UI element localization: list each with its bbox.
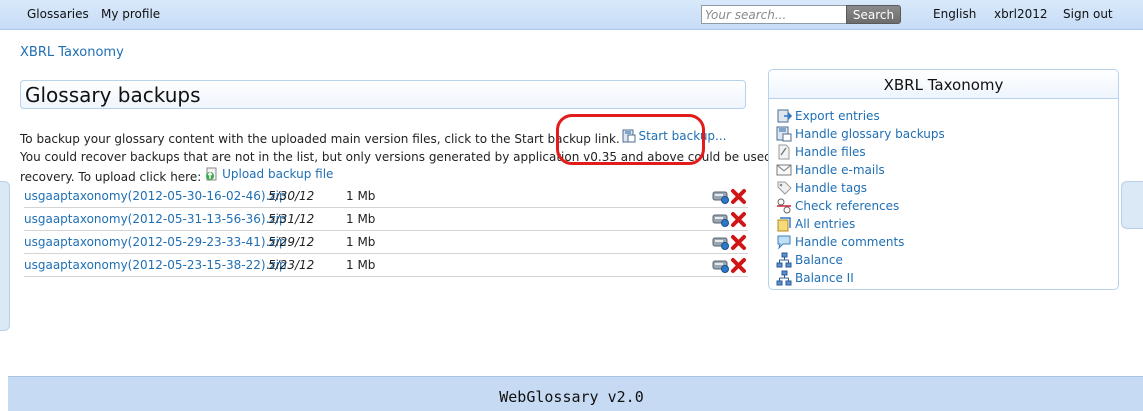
delete-icon[interactable] [730,234,747,251]
references-icon [777,198,791,214]
backup-file-link[interactable]: usgaaptaxonomy(2012-05-31-13-56-36).zip [24,212,287,226]
upload-icon [206,167,217,181]
nav-my-profile[interactable]: My profile [101,7,160,21]
backup-icon [622,129,636,143]
panel-item-label[interactable]: Handle files [795,145,866,159]
top-navigation-bar: Glossaries My profile Search English xbr… [0,0,1143,30]
panel-item-balance[interactable]: Balance [776,251,945,269]
sign-out-link[interactable]: Sign out [1063,7,1113,21]
panel-item-balance-ii[interactable]: Balance II [776,269,945,287]
panel-item-label[interactable]: Handle glossary backups [795,127,945,141]
table-row: usgaaptaxonomy(2012-05-29-23-33-41).zip … [24,231,748,254]
description-text-1: To backup your glossary content with the… [20,132,620,146]
comment-icon [777,235,791,250]
nav-glossaries[interactable]: Glossaries [27,7,89,21]
description-text-3: recovery. To upload click here: [20,170,202,184]
description-text-2: You could recover backups that are not i… [20,150,793,164]
restore-icon[interactable] [712,211,730,227]
upload-backup-link[interactable]: Upload backup file [205,167,333,181]
left-side-tab [0,181,10,331]
entries-icon [777,217,791,232]
panel-item-label[interactable]: Balance [795,253,843,267]
files-icon [778,144,790,160]
tag-icon [777,181,792,195]
panel-header: XBRL Taxonomy [769,70,1118,99]
panel-menu: Export entries Handle glossary backups H… [776,107,945,287]
panel-item-label[interactable]: All entries [795,217,855,231]
restore-icon[interactable] [712,234,730,250]
delete-icon[interactable] [730,188,747,205]
backup-list: usgaaptaxonomy(2012-05-30-16-02-46).zip … [24,185,748,277]
hierarchy-icon [776,270,792,286]
backup-date: 5/29/12 [268,235,315,249]
glossary-actions-panel: XBRL Taxonomy Export entries Handle glos… [768,69,1119,290]
delete-icon[interactable] [730,257,747,274]
page-title-box: Glossary backups [20,80,746,109]
backup-file-link[interactable]: usgaaptaxonomy(2012-05-30-16-02-46).zip [24,189,287,203]
restore-icon[interactable] [712,188,730,204]
panel-item-export-entries[interactable]: Export entries [776,107,945,125]
panel-item-label[interactable]: Balance II [795,271,854,285]
start-backup-link[interactable]: Start backup... [622,129,727,143]
footer-version: WebGlossary v2.0 [499,388,644,406]
panel-item-handle-files[interactable]: Handle files [776,143,945,161]
table-row: usgaaptaxonomy(2012-05-31-13-56-36).zip … [24,208,748,231]
panel-item-label[interactable]: Handle comments [795,235,904,249]
search-input[interactable] [701,5,847,24]
language-selector[interactable]: English [933,7,976,21]
panel-item-label[interactable]: Export entries [795,109,880,123]
backup-size: 1 Mb [346,258,376,272]
backup-file-link[interactable]: usgaaptaxonomy(2012-05-23-15-38-22).zip [24,258,287,272]
backup-date: 5/31/12 [268,212,315,226]
panel-item-handle-e-mails[interactable]: Handle e-mails [776,161,945,179]
footer: WebGlossary v2.0 [8,376,1143,411]
backup-file-link[interactable]: usgaaptaxonomy(2012-05-29-23-33-41).zip [24,235,287,249]
panel-item-check-references[interactable]: Check references [776,197,945,215]
backup-date: 5/23/12 [268,258,315,272]
description-line-1: To backup your glossary content with the… [20,129,727,146]
backup-size: 1 Mb [346,189,376,203]
description-line-3: recovery. To upload click here: Upload b… [20,167,333,184]
panel-item-handle-glossary-backups[interactable]: Handle glossary backups [776,125,945,143]
panel-item-label[interactable]: Check references [795,199,899,213]
table-row: usgaaptaxonomy(2012-05-30-16-02-46).zip … [24,185,748,208]
hierarchy-icon [776,252,792,268]
export-icon [777,109,792,123]
panel-item-handle-tags[interactable]: Handle tags [776,179,945,197]
backup-size: 1 Mb [346,212,376,226]
panel-item-label[interactable]: Handle tags [795,181,867,195]
panel-title: XBRL Taxonomy [883,76,1004,94]
restore-icon[interactable] [712,257,730,273]
panel-item-label[interactable]: Handle e-mails [795,163,885,177]
delete-icon[interactable] [730,211,747,228]
start-backup-label: Start backup... [638,129,727,143]
panel-item-all-entries[interactable]: All entries [776,215,945,233]
page-title: Glossary backups [25,83,201,107]
table-row: usgaaptaxonomy(2012-05-23-15-38-22).zip … [24,254,748,277]
user-profile-link[interactable]: xbrl2012 [994,7,1048,21]
backup-date: 5/30/12 [268,189,315,203]
email-icon [776,164,792,176]
panel-item-handle-comments[interactable]: Handle comments [776,233,945,251]
backup-icon [776,126,792,142]
search-button[interactable]: Search [846,5,901,24]
right-side-tab [1121,181,1143,229]
backup-size: 1 Mb [346,235,376,249]
breadcrumb[interactable]: XBRL Taxonomy [20,45,124,60]
upload-backup-label: Upload backup file [222,167,334,181]
